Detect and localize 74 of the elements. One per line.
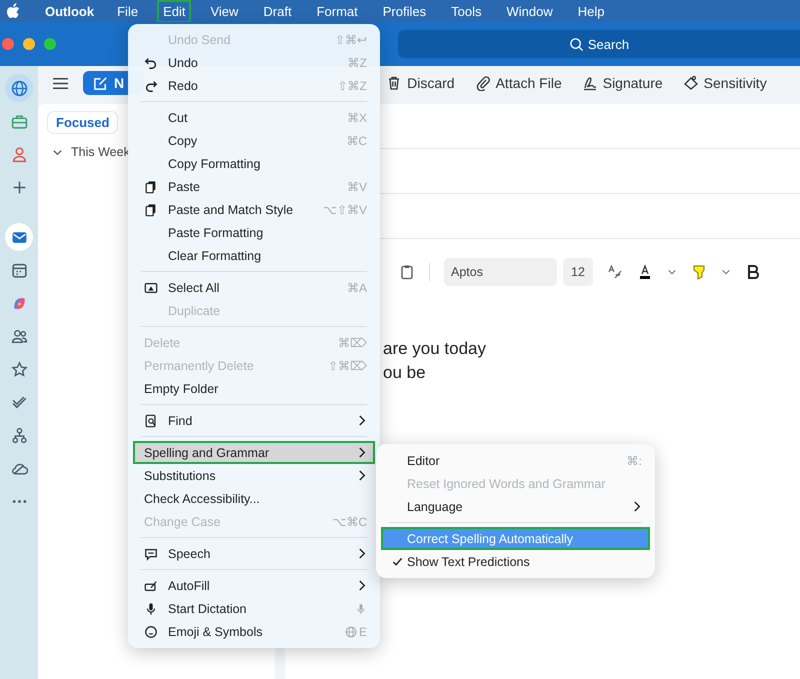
menu-bar-item[interactable]: File xyxy=(111,0,144,22)
autofill-icon xyxy=(144,578,158,592)
menu-item[interactable]: Start Dictation xyxy=(133,597,375,620)
checkmark-icon xyxy=(392,556,403,567)
select-all-icon xyxy=(144,280,158,294)
menu-item[interactable]: Editor ⌘: xyxy=(381,449,650,472)
mail-icon[interactable] xyxy=(5,223,33,251)
menu-item[interactable]: Clear Formatting xyxy=(133,244,375,267)
highlighter-icon[interactable] xyxy=(690,264,707,280)
microphone-icon xyxy=(144,602,158,616)
microphone-icon xyxy=(355,602,367,614)
redo-icon xyxy=(144,78,158,92)
menu-item[interactable]: Substitutions xyxy=(133,464,375,487)
toolbar-button[interactable]: Discard xyxy=(386,75,455,91)
minimize-button[interactable] xyxy=(23,38,35,50)
search-field[interactable]: Search xyxy=(398,30,800,58)
caret-icon[interactable] xyxy=(666,267,677,277)
menu-bar-item[interactable]: Help xyxy=(572,0,610,22)
search-icon xyxy=(568,36,584,52)
menu-item[interactable]: Empty Folder xyxy=(133,377,375,400)
menu-bar-item[interactable]: Draft xyxy=(257,0,298,22)
menu-item[interactable]: Emoji & Symbols E xyxy=(133,620,375,643)
message-text: are you today xyxy=(383,338,488,360)
menu-bar-item[interactable]: Format xyxy=(310,0,364,22)
chevron-right-icon xyxy=(633,501,642,512)
menu-item[interactable]: Find xyxy=(133,409,375,432)
paste-icon xyxy=(144,180,158,194)
chevron-right-icon xyxy=(358,580,367,591)
menu-item[interactable]: Undo ⌘Z xyxy=(133,51,375,74)
menu-bar-item[interactable]: Profiles xyxy=(376,0,432,22)
menu-item[interactable]: Paste ⌘V xyxy=(133,175,375,198)
menu-item[interactable]: Spelling and Grammar xyxy=(133,441,375,464)
paste-icon xyxy=(144,202,158,216)
menu-item[interactable]: Select All ⌘A xyxy=(133,276,375,299)
menu-item[interactable]: Language xyxy=(381,495,650,518)
globe-icon xyxy=(344,626,357,638)
font-field[interactable]: Aptos xyxy=(444,258,557,286)
chevron-right-icon xyxy=(358,415,367,426)
message-text: ou be xyxy=(383,362,427,384)
clipboard-icon[interactable] xyxy=(399,264,415,280)
toolbar-button[interactable]: Attach File xyxy=(474,75,562,91)
menu-bar-item[interactable]: Tools xyxy=(445,0,488,22)
menu-item[interactable]: Speech xyxy=(133,542,375,565)
emoji-icon xyxy=(144,624,158,638)
speech-bubble-icon xyxy=(144,546,158,560)
menu-item[interactable]: Paste and Match Style ⌥⇧⌘V xyxy=(133,198,375,221)
text-effects-icon[interactable] xyxy=(606,264,623,280)
toolbar-button[interactable]: Sensitivity xyxy=(682,75,767,91)
find-icon xyxy=(144,414,158,428)
group-header: This Week xyxy=(71,145,130,159)
font-size-field[interactable]: 12 xyxy=(563,258,593,286)
compose-icon xyxy=(93,76,108,90)
chevron-right-icon xyxy=(358,470,367,481)
paperclip-icon xyxy=(474,75,491,91)
menu-item[interactable]: Copy Formatting xyxy=(133,152,375,175)
menu-item[interactable]: Copy ⌘C xyxy=(133,129,375,152)
focused-tab[interactable]: Focused xyxy=(48,112,118,133)
chevron-right-icon xyxy=(358,548,367,559)
toolbar-button[interactable]: Signature xyxy=(582,75,663,91)
menu-item[interactable]: Cut ⌘X xyxy=(133,106,375,129)
menu-item[interactable]: Check Accessibility... xyxy=(133,487,375,510)
menu-item[interactable]: AutoFill xyxy=(133,574,375,597)
menu-item[interactable]: Show Text Predictions xyxy=(381,550,650,573)
menu-bar-item[interactable]: Window xyxy=(500,0,559,22)
signature-icon xyxy=(582,75,598,91)
tag-icon xyxy=(682,75,699,91)
undo-icon xyxy=(144,56,158,70)
app-menu[interactable]: Outlook xyxy=(45,4,94,18)
menu-bar-item[interactable]: View xyxy=(204,0,244,22)
apple-logo-icon[interactable] xyxy=(6,3,20,19)
menu-item[interactable]: Paste Formatting xyxy=(133,221,375,244)
globe-icon[interactable] xyxy=(5,74,33,102)
caret-icon[interactable] xyxy=(720,267,731,277)
chevron-right-icon xyxy=(358,447,367,458)
